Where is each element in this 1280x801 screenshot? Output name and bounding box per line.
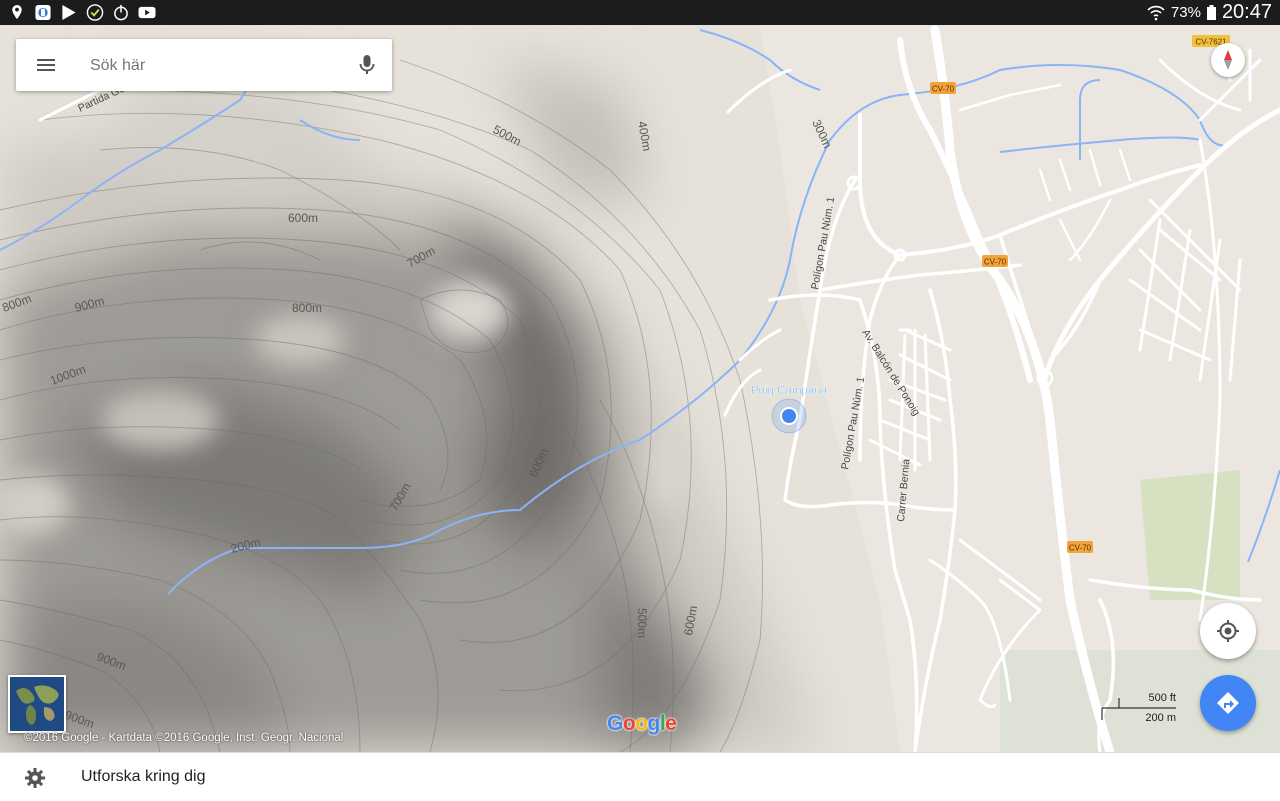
satellite-layer-toggle[interactable]	[8, 675, 66, 733]
gear-icon	[25, 768, 45, 788]
status-bar: 73% 20:47	[0, 0, 1280, 25]
contour-label: 600m	[288, 211, 318, 225]
youtube-icon	[138, 6, 156, 19]
road-shield-label: CV-70	[1069, 544, 1092, 553]
app-icon	[35, 4, 51, 21]
compass-button[interactable]	[1211, 43, 1245, 77]
map-view[interactable]: CV-70 CV-70 CV-70 CV-7621 500m 400m 300m…	[0, 25, 1280, 752]
check-circle-icon	[86, 4, 104, 21]
road-shield-label: CV-70	[984, 258, 1007, 267]
battery-icon	[1206, 5, 1216, 20]
clock: 20:47	[1221, 1, 1272, 23]
explore-bar[interactable]: Utforska kring dig	[0, 752, 1280, 801]
contour-label: 800m	[292, 301, 322, 315]
hamburger-menu-icon[interactable]	[36, 55, 56, 75]
place-label[interactable]: Puig Campana	[751, 385, 828, 397]
park-area	[1140, 470, 1240, 600]
current-location-dot[interactable]	[780, 407, 798, 425]
search-input[interactable]	[88, 48, 342, 84]
directions-icon	[1217, 692, 1239, 714]
location-pin-icon	[12, 4, 22, 20]
battery-percent: 73%	[1170, 4, 1201, 21]
contour-label: 500m	[635, 608, 649, 638]
road-shield-label: CV-70	[932, 85, 955, 94]
microphone-icon[interactable]	[357, 53, 377, 77]
play-movies-icon	[62, 4, 76, 21]
compass-icon	[1224, 50, 1232, 70]
power-icon	[114, 4, 128, 21]
crosshair-icon	[1217, 620, 1239, 642]
directions-button[interactable]	[1200, 675, 1256, 731]
scale-metric: 200 m	[1145, 712, 1176, 724]
my-location-button[interactable]	[1200, 603, 1256, 659]
scale-imperial: 500 ft	[1148, 692, 1176, 704]
search-bar	[16, 39, 392, 91]
google-logo: Google	[607, 712, 677, 735]
map-copyright: ©2016 Google - Kartdata ©2016 Google, In…	[24, 732, 344, 744]
map-scale: 500 ft 200 m	[1100, 692, 1180, 726]
wifi-icon	[1147, 5, 1165, 20]
earth-thumbnail-icon	[10, 677, 64, 731]
explore-nearby-label[interactable]: Utforska kring dig	[81, 768, 206, 786]
